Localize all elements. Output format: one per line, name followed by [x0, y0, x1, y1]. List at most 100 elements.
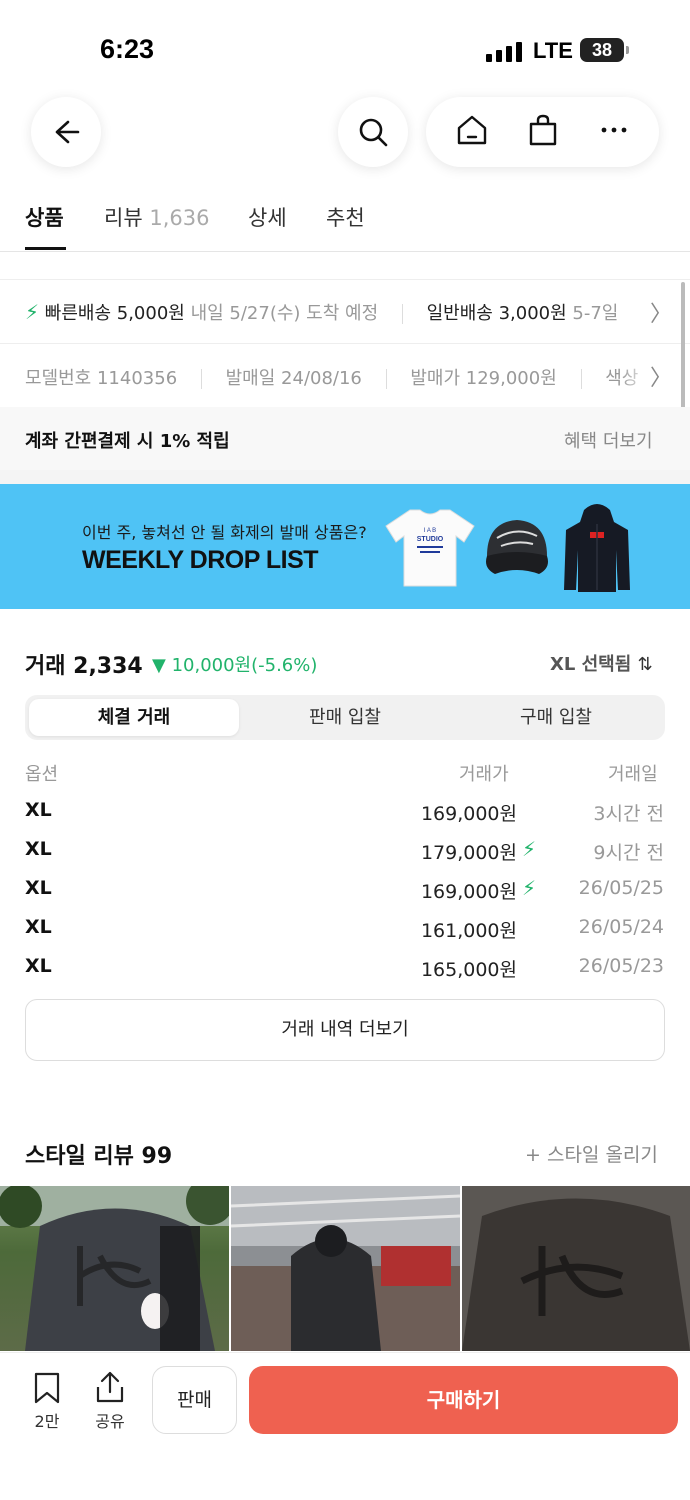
- tab-product[interactable]: 상품: [25, 202, 64, 232]
- release-date-value: 24/08/16: [281, 368, 362, 389]
- model-number-label: 모델번호: [25, 368, 92, 389]
- shopping-bag-icon: [529, 114, 556, 146]
- segment-completed-label: 체결 거래: [97, 707, 171, 728]
- normal-shipping-label: 일반배송 3,000원: [426, 303, 567, 324]
- cart-button[interactable]: [526, 113, 560, 151]
- product-tabs: 상품 리뷰 1,636 상세 추천: [0, 196, 690, 252]
- separator: [401, 304, 403, 324]
- banner-subtitle: 이번 주, 놓쳐선 안 될 화제의 발매 상품은?: [82, 523, 367, 542]
- segment-buy-bids[interactable]: 구매 입찰: [451, 699, 661, 736]
- network-label: LTE: [533, 38, 573, 63]
- fast-shipping-eta: 내일 5/27(수) 도착 예정: [190, 303, 379, 324]
- price-change-value: 10,000원(-5.6%): [171, 655, 318, 676]
- share-button[interactable]: 공유: [88, 1370, 132, 1432]
- price-change: ▼ 10,000원(-5.6%): [152, 651, 317, 677]
- tshirt-print-1: I A B: [424, 528, 436, 534]
- column-option: 옵션: [25, 764, 59, 785]
- separator: [200, 369, 202, 389]
- down-arrow-icon: ▼: [152, 655, 166, 676]
- style-upload-link[interactable]: + 스타일 올리기: [525, 1140, 658, 1167]
- row-date: 26/05/25: [578, 877, 664, 899]
- row-date: 3시간 전: [593, 803, 664, 825]
- search-icon: [359, 118, 388, 147]
- row-option: XL: [25, 877, 52, 899]
- separator: [580, 369, 582, 389]
- tab-review[interactable]: 리뷰 1,636: [104, 202, 209, 232]
- normal-shipping-eta: 5-7일: [572, 303, 619, 324]
- hoodie-image: [564, 504, 630, 592]
- release-price-value: 129,000원: [465, 368, 557, 389]
- row-option: XL: [25, 916, 52, 938]
- style-review-title: 스타일 리뷰 99: [25, 1144, 173, 1169]
- scrollbar[interactable]: [681, 282, 685, 416]
- wishlist-button[interactable]: 2만: [26, 1372, 68, 1432]
- chevron-right-icon: 〉: [650, 366, 673, 391]
- separator: [385, 369, 387, 389]
- style-photo[interactable]: [231, 1186, 460, 1351]
- banner-title: WEEKLY DROP LIST: [82, 546, 319, 574]
- style-photo-image: [462, 1186, 690, 1351]
- section-spacer: [0, 470, 690, 484]
- trade-segment-control: 체결 거래 판매 입찰 구매 입찰: [25, 695, 665, 740]
- tshirt-image: I A B STUDIO: [385, 509, 475, 587]
- tab-detail-label: 상세: [248, 206, 287, 230]
- share-label: 공유: [95, 1412, 125, 1431]
- nav-actions: [426, 97, 659, 167]
- row-option: XL: [25, 799, 52, 821]
- back-button[interactable]: [31, 97, 101, 167]
- sell-button[interactable]: 판매: [152, 1366, 237, 1434]
- back-arrow-icon: [55, 120, 80, 144]
- buy-button[interactable]: 구매하기: [249, 1366, 678, 1434]
- shipping-row[interactable]: ⚡ 빠른배송 5,000원 내일 5/27(수) 도착 예정 일반배송 3,00…: [0, 280, 680, 342]
- more-icon: [601, 127, 626, 133]
- signal-icon: [486, 40, 522, 62]
- row-option: XL: [25, 838, 52, 860]
- option-select[interactable]: XL 선택됨 ⇅: [550, 650, 653, 676]
- column-price: 거래가: [459, 764, 509, 785]
- style-photo[interactable]: [462, 1186, 690, 1351]
- home-button[interactable]: [455, 113, 489, 151]
- wishlist-count: 2만: [34, 1412, 60, 1431]
- style-photo[interactable]: [0, 1186, 229, 1351]
- status-time: 6:23: [100, 34, 155, 64]
- cap-image: [486, 520, 548, 574]
- more-menu-button[interactable]: [597, 113, 631, 151]
- active-tab-indicator: [25, 247, 66, 250]
- tab-recommend[interactable]: 추천: [326, 202, 365, 232]
- row-date: 26/05/24: [578, 916, 664, 938]
- battery-icon: 38: [580, 38, 624, 62]
- fast-shipping-label: 빠른배송 5,000원: [44, 303, 185, 324]
- trade-count: 거래 2,334: [25, 654, 143, 679]
- segment-completed-trades[interactable]: 체결 거래: [29, 699, 239, 736]
- search-button[interactable]: [338, 97, 408, 167]
- trade-history-more-button[interactable]: 거래 내역 더보기: [25, 999, 665, 1061]
- sort-arrows-icon: ⇅: [637, 654, 653, 675]
- tab-recommend-label: 추천: [326, 206, 365, 230]
- column-date: 거래일: [608, 764, 658, 785]
- share-icon: [96, 1371, 124, 1403]
- style-photo-image: [231, 1186, 460, 1351]
- release-price-label: 발매가: [410, 368, 461, 389]
- option-selected-label: XL 선택됨: [550, 654, 632, 675]
- tab-product-label: 상품: [25, 206, 64, 230]
- home-icon: [457, 115, 486, 145]
- segment-sell-label: 판매 입찰: [309, 707, 381, 728]
- segment-sell-bids[interactable]: 판매 입찰: [239, 699, 451, 736]
- style-photo-image: [0, 1186, 229, 1351]
- segment-buy-label: 구매 입찰: [520, 707, 592, 728]
- weekly-drop-banner[interactable]: 이번 주, 놓쳐선 안 될 화제의 발매 상품은? WEEKLY DROP LI…: [0, 484, 690, 609]
- chevron-right-icon: 〉: [650, 302, 673, 327]
- row-option: XL: [25, 955, 52, 977]
- benefit-more-link[interactable]: 혜택 더보기: [564, 427, 653, 453]
- bookmark-icon: [34, 1372, 60, 1404]
- product-info-row[interactable]: 모델번호 1140356 발매일 24/08/16 발매가 129,000원 색…: [0, 344, 680, 406]
- row-date: 9시간 전: [593, 842, 664, 864]
- tshirt-print-2: STUDIO: [417, 536, 444, 543]
- benefit-text: 계좌 간편결제 시 1% 적립: [25, 431, 230, 452]
- row-date: 26/05/23: [578, 955, 664, 977]
- tab-review-count: 1,636: [149, 206, 210, 230]
- lightning-icon: ⚡: [25, 300, 40, 324]
- tab-detail[interactable]: 상세: [248, 202, 287, 232]
- benefit-row[interactable]: 계좌 간편결제 시 1% 적립 혜택 더보기: [0, 407, 690, 470]
- tab-review-label: 리뷰: [104, 206, 143, 230]
